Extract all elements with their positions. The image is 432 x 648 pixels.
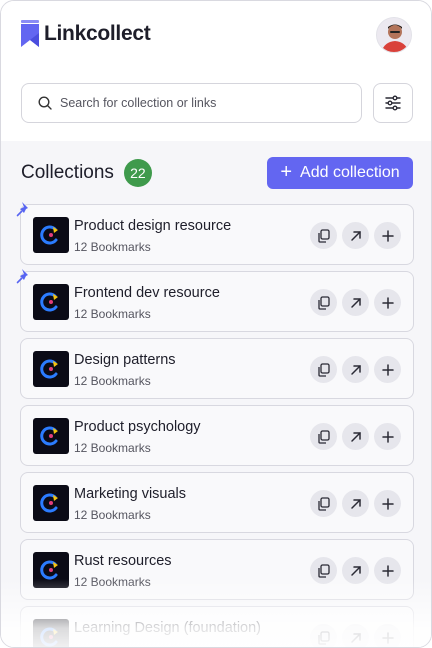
search-icon (38, 96, 52, 110)
collection-bookmark-count: 12 Bookmarks (74, 240, 151, 254)
copy-button[interactable] (310, 423, 337, 450)
copy-icon (317, 295, 330, 310)
collection-card[interactable]: Frontend dev resource 12 Bookmarks (16, 269, 414, 332)
copy-button[interactable] (310, 624, 337, 647)
copy-icon (317, 362, 330, 377)
open-button[interactable] (342, 490, 369, 517)
add-link-button[interactable] (374, 624, 401, 647)
collection-card[interactable]: Design patterns 12 Bookmarks (20, 338, 414, 399)
collection-card[interactable]: Marketing visuals 12 Bookmarks (20, 472, 414, 533)
collection-card[interactable]: Rust resources 12 Bookmarks (20, 539, 414, 600)
open-button[interactable] (342, 289, 369, 316)
open-button[interactable] (342, 557, 369, 584)
open-button[interactable] (342, 356, 369, 383)
collection-title: Frontend dev resource (74, 285, 220, 301)
plus-icon (381, 296, 394, 309)
add-collection-label: Add collection (300, 164, 400, 181)
open-arrow-icon (350, 297, 361, 308)
add-collection-button[interactable]: + Add collection (267, 157, 413, 189)
logo[interactable]: Linkcollect (20, 19, 151, 49)
copy-button[interactable] (310, 557, 337, 584)
filter-button[interactable] (373, 83, 413, 123)
collection-list: Product design resource 12 Bookmarks Fro… (16, 202, 414, 647)
open-arrow-icon (350, 230, 361, 241)
collections-count-badge: 22 (123, 159, 152, 187)
copy-button[interactable] (310, 490, 337, 517)
search-input[interactable] (60, 96, 340, 110)
open-arrow-icon (350, 364, 361, 375)
plus-icon (381, 497, 394, 510)
collection-card[interactable]: Learning Design (foundation) (20, 606, 414, 647)
collections-title: Collections (21, 162, 114, 183)
collection-bookmark-count: 12 Bookmarks (74, 307, 151, 321)
search-box[interactable] (21, 83, 362, 123)
collection-bookmark-count: 12 Bookmarks (74, 441, 151, 455)
copy-button[interactable] (310, 289, 337, 316)
collections-panel: Collections 22 + Add collection Product … (1, 141, 431, 647)
copy-button[interactable] (310, 222, 337, 249)
collection-thumbnail-icon (33, 619, 69, 647)
collection-title: Marketing visuals (74, 486, 187, 502)
header: Linkcollect (1, 1, 431, 141)
open-button[interactable] (342, 423, 369, 450)
copy-icon (317, 630, 330, 645)
copy-icon (317, 429, 330, 444)
collections-header: Collections 22 (21, 159, 152, 187)
collection-bookmark-count: 12 Bookmarks (74, 374, 151, 388)
plus-icon: + (280, 161, 293, 183)
add-link-button[interactable] (374, 289, 401, 316)
plus-icon (381, 631, 394, 644)
collection-card[interactable]: Product psychology 12 Bookmarks (20, 405, 414, 466)
collection-thumbnail-icon (33, 217, 69, 253)
open-arrow-icon (350, 431, 361, 442)
collection-thumbnail-icon (33, 485, 69, 521)
app-window: Linkcollect Search for collection or lin… (0, 0, 432, 648)
pin-icon (16, 202, 28, 217)
copy-icon (317, 563, 330, 578)
collection-card[interactable]: Product design resource 12 Bookmarks (16, 202, 414, 265)
collection-thumbnail-icon (33, 552, 69, 588)
pin-icon (16, 269, 28, 284)
open-arrow-icon (350, 565, 361, 576)
add-link-button[interactable] (374, 423, 401, 450)
collection-title: Product psychology (74, 419, 201, 435)
plus-icon (381, 229, 394, 242)
avatar[interactable] (376, 17, 412, 53)
collection-bookmark-count: 12 Bookmarks (74, 575, 151, 589)
open-button[interactable] (342, 222, 369, 249)
add-link-button[interactable] (374, 356, 401, 383)
collection-thumbnail-icon (33, 284, 69, 320)
filter-icon (385, 95, 401, 111)
copy-icon (317, 496, 330, 511)
logo-bookmark-icon (21, 20, 39, 47)
open-arrow-icon (350, 498, 361, 509)
collection-title: Product design resource (74, 218, 232, 234)
collection-title: Rust resources (74, 553, 172, 569)
collection-thumbnail-icon (33, 351, 69, 387)
copy-icon (317, 228, 330, 243)
open-arrow-icon (350, 632, 361, 643)
plus-icon (381, 564, 394, 577)
plus-icon (381, 430, 394, 443)
collection-bookmark-count: 12 Bookmarks (74, 508, 151, 522)
add-link-button[interactable] (374, 490, 401, 517)
add-link-button[interactable] (374, 557, 401, 584)
collection-thumbnail-icon (33, 418, 69, 454)
collection-title: Design patterns (74, 352, 176, 368)
user-avatar-icon (377, 18, 411, 52)
add-link-button[interactable] (374, 222, 401, 249)
app-name: Linkcollect (44, 22, 151, 45)
collection-title: Learning Design (foundation) (74, 620, 262, 636)
copy-button[interactable] (310, 356, 337, 383)
open-button[interactable] (342, 624, 369, 647)
plus-icon (381, 363, 394, 376)
